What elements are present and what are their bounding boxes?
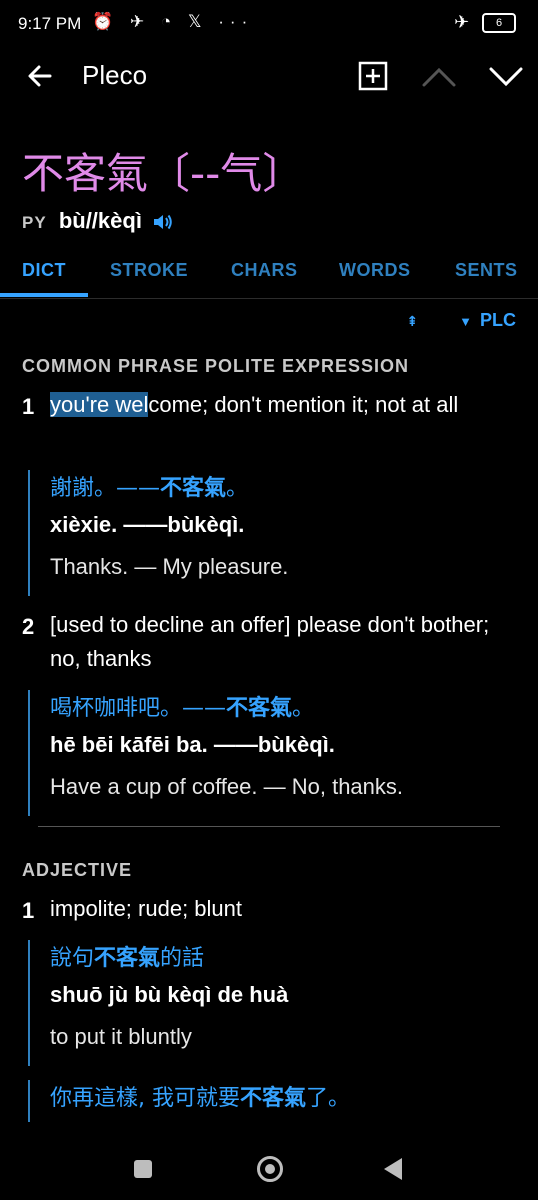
example-chinese[interactable]: 說句不客氣的話: [50, 940, 288, 982]
section-header: COMMON PHRASE POLITE EXPRESSION: [22, 356, 410, 376]
speaker-icon[interactable]: [152, 212, 174, 232]
status-right: ✈ 6: [454, 12, 516, 33]
tab-dict[interactable]: DICT: [22, 260, 66, 281]
section-header: ADJECTIVE: [22, 860, 133, 880]
tab-chars[interactable]: CHARS: [231, 260, 298, 281]
chevron-up-icon[interactable]: [420, 64, 458, 90]
py-label: PY: [22, 213, 47, 232]
pronunciation-row: PY bù//kèqì: [22, 208, 174, 234]
definition-text[interactable]: you're welcome; don't mention it; not at…: [50, 388, 520, 422]
example-english: to put it bluntly: [50, 1024, 192, 1049]
back-arrow-icon[interactable]: [24, 60, 56, 92]
system-nav-bar: [0, 1140, 538, 1200]
dropdown-triangle-icon: ▼: [459, 314, 472, 329]
tab-bar: DICT STROKE CHARS WORDS SENTS: [0, 252, 538, 299]
definition-number: 1: [22, 394, 35, 419]
example-english: Have a cup of coffee. — No, thanks.: [50, 774, 404, 799]
dictionary-selector[interactable]: ⇞ ▼ PLC: [406, 310, 516, 331]
divider: [38, 826, 500, 827]
example-block: 喝杯咖啡吧。——不客氣。 hē bēi kāfēi ba. ——bùkèqì. …: [28, 690, 403, 816]
example-block: 你再這樣, 我可就要不客氣了。: [28, 1080, 350, 1122]
example-chinese[interactable]: 謝謝。——不客氣。: [50, 470, 288, 512]
example-block: 說句不客氣的話 shuō jù bù kèqì de huà to put it…: [28, 940, 288, 1066]
example-english: Thanks. — My pleasure.: [50, 554, 289, 579]
tab-sents[interactable]: SENTS: [455, 260, 518, 281]
notification-icons: ⏰ ✈ ◔ 𝕏 ···: [92, 12, 254, 31]
home-button[interactable]: [257, 1156, 283, 1182]
definition-text[interactable]: [used to decline an offer] please don't …: [50, 608, 520, 676]
recents-button[interactable]: [134, 1160, 152, 1178]
chevron-down-icon[interactable]: [487, 64, 525, 90]
example-chinese[interactable]: 你再這樣, 我可就要不客氣了。: [50, 1080, 350, 1122]
definition-text[interactable]: impolite; rude; blunt: [50, 892, 520, 926]
dictionary-name: PLC: [480, 310, 516, 330]
tab-words[interactable]: WORDS: [339, 260, 411, 281]
status-time: 9:17 PM: [18, 14, 82, 33]
example-chinese[interactable]: 喝杯咖啡吧。——不客氣。: [50, 690, 403, 732]
selected-text[interactable]: you're wel: [50, 392, 149, 417]
airplane-mode-icon: ✈: [454, 12, 470, 33]
example-block: 謝謝。——不客氣。 xièxie. ——bùkèqì. Thanks. — My…: [28, 470, 288, 596]
add-box-icon[interactable]: [358, 61, 388, 91]
tab-stroke[interactable]: STROKE: [110, 260, 188, 281]
app-title: Pleco: [82, 60, 148, 90]
definition-list: COMMON PHRASE POLITE EXPRESSION 1 you're…: [0, 350, 538, 1140]
status-bar: 9:17 PM ⏰ ✈ ◔ 𝕏 ··· ✈ 6: [0, 0, 538, 48]
headword: 不客氣〔--气〕: [22, 149, 305, 198]
back-button[interactable]: [384, 1158, 402, 1180]
sort-icon[interactable]: ⇞: [406, 313, 418, 329]
definition-number: 1: [22, 898, 35, 923]
example-pinyin: hē bēi kāfēi ba. ——bùkèqì.: [50, 732, 335, 757]
definition-number: 2: [22, 614, 35, 639]
active-tab-indicator: [0, 293, 88, 297]
example-pinyin: shuō jù bù kèqì de huà: [50, 982, 289, 1007]
app-bar: Pleco: [0, 52, 538, 102]
example-pinyin: xièxie. ——bùkèqì.: [50, 512, 245, 537]
battery-icon: 6: [482, 12, 516, 33]
pinyin-reading: bù//kèqì: [58, 208, 142, 233]
